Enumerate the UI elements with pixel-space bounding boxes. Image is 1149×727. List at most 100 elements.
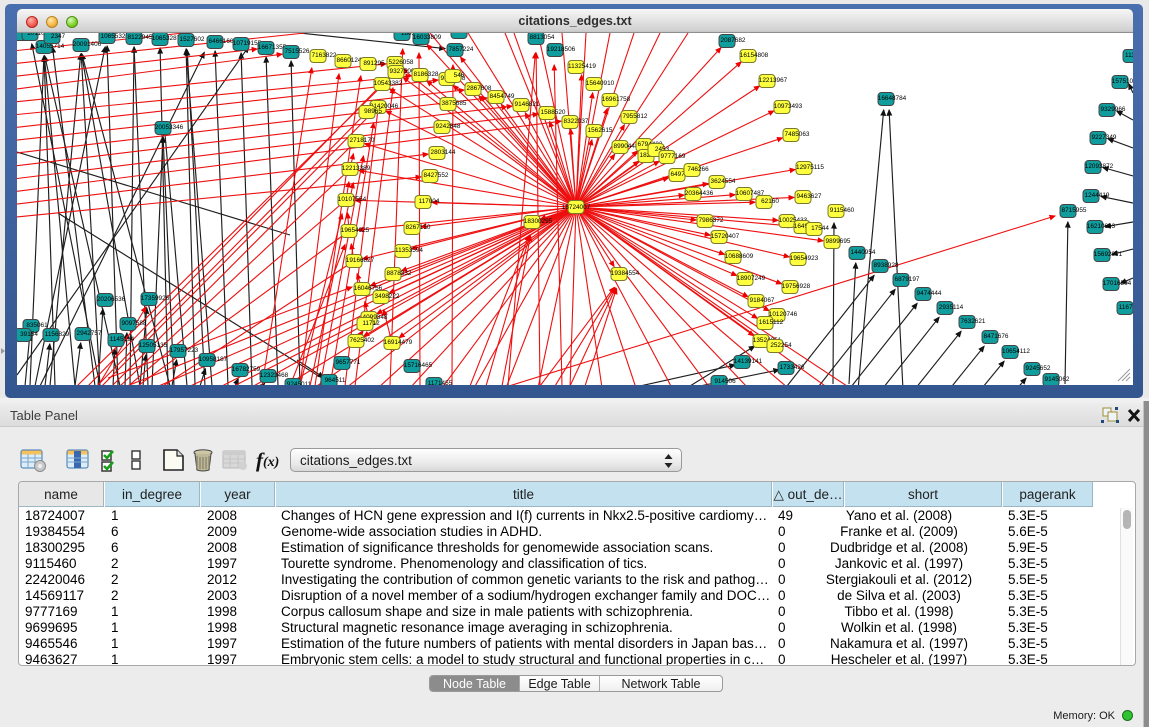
svg-text:9327500: 9327500 — [390, 68, 415, 75]
svg-text:9463627: 9463627 — [797, 193, 822, 200]
svg-text:3624554: 3624554 — [711, 178, 736, 185]
svg-text:16033809: 16033809 — [413, 34, 442, 41]
svg-text:16648784: 16648784 — [878, 95, 907, 102]
svg-text:7515526: 7515526 — [285, 48, 310, 55]
svg-text:17016504: 17016504 — [1103, 280, 1132, 287]
svg-text:2087682: 2087682 — [721, 37, 746, 44]
svg-text:9146821: 9146821 — [515, 101, 540, 108]
svg-text:1171455: 1171455 — [428, 380, 453, 385]
svg-text:15640910: 15640910 — [586, 80, 615, 87]
svg-text:10120746: 10120746 — [769, 311, 798, 318]
svg-text:746266: 746266 — [687, 166, 709, 173]
svg-text:17359926: 17359926 — [141, 295, 170, 302]
svg-text:1562615: 1562615 — [588, 127, 613, 134]
svg-text:9184067: 9184067 — [750, 297, 775, 304]
svg-text:16914479: 16914479 — [384, 339, 413, 346]
svg-text:9777169: 9777169 — [661, 153, 686, 160]
svg-text:12213967: 12213967 — [759, 77, 788, 84]
svg-text:117004: 117004 — [419, 198, 440, 205]
svg-text:9097588: 9097588 — [122, 320, 147, 327]
svg-text:2718170: 2718170 — [350, 137, 375, 144]
svg-text:5226058: 5226058 — [389, 59, 414, 66]
svg-text:17957223: 17957223 — [170, 347, 199, 354]
svg-text:20053346: 20053346 — [155, 124, 184, 131]
svg-text:19218506: 19218506 — [547, 46, 576, 53]
svg-text:10107554: 10107554 — [338, 196, 367, 203]
svg-text:914506: 914506 — [714, 378, 736, 385]
svg-text:20091406: 20091406 — [73, 41, 102, 48]
svg-text:20110: 20110 — [27, 33, 45, 37]
svg-text:1527602: 1527602 — [180, 36, 205, 43]
svg-text:891295: 891295 — [363, 60, 385, 67]
svg-text:15692971: 15692971 — [1094, 251, 1123, 258]
svg-text:10973493: 10973493 — [774, 103, 803, 110]
svg-text:7955812: 7955812 — [623, 113, 648, 120]
svg-text:9899695: 9899695 — [826, 238, 851, 245]
svg-text:8322037: 8322037 — [564, 118, 589, 125]
svg-text:16210643: 16210643 — [1087, 223, 1116, 230]
svg-text:1156829: 1156829 — [45, 331, 70, 338]
svg-text:1145194: 1145194 — [110, 336, 135, 343]
svg-text:9245652: 9245652 — [1026, 365, 1051, 372]
svg-text:252254: 252254 — [770, 342, 792, 349]
svg-text:9657771: 9657771 — [336, 359, 361, 366]
svg-text:546: 546 — [454, 72, 465, 79]
svg-text:39154: 39154 — [20, 331, 38, 338]
svg-text:8471676: 8471676 — [984, 333, 1009, 340]
svg-text:2867608: 2867608 — [467, 85, 492, 92]
svg-text:18724007: 18724007 — [562, 204, 591, 211]
svg-text:20206536: 20206536 — [97, 296, 126, 303]
svg-text:(x): (x) — [263, 455, 279, 470]
svg-text:3875685: 3875685 — [442, 100, 467, 107]
svg-text:8454749: 8454749 — [490, 93, 515, 100]
svg-text:8990448: 8990448 — [614, 143, 639, 150]
svg-text:8660124: 8660124 — [337, 57, 362, 64]
svg-text:1588520: 1588520 — [541, 109, 566, 116]
svg-text:964511: 964511 — [325, 377, 346, 384]
svg-text:10958187: 10958187 — [199, 356, 228, 363]
svg-text:9115460: 9115460 — [830, 207, 855, 214]
svg-text:18300295: 18300295 — [524, 218, 553, 225]
svg-text:11712: 11712 — [362, 320, 380, 327]
svg-text:18907249: 18907249 — [737, 275, 766, 282]
svg-text:12505135: 12505135 — [139, 342, 168, 349]
svg-text:9245011: 9245011 — [287, 381, 312, 385]
svg-text:7857224: 7857224 — [449, 46, 474, 53]
svg-text:7625402: 7625402 — [350, 337, 375, 344]
svg-text:20364436: 20364436 — [685, 190, 714, 197]
svg-text:98965: 98965 — [364, 108, 382, 115]
svg-text:9474444: 9474444 — [917, 290, 942, 297]
svg-text:7986372: 7986372 — [699, 217, 724, 224]
svg-text:8427552: 8427552 — [424, 172, 449, 179]
svg-text:6466160: 6466160 — [209, 38, 234, 45]
svg-text:12975115: 12975115 — [796, 164, 824, 171]
svg-text:8813054: 8813054 — [530, 34, 555, 41]
svg-text:17544: 17544 — [811, 225, 829, 232]
svg-text:9145062: 9145062 — [1045, 376, 1070, 383]
svg-text:10543382: 10543382 — [374, 80, 403, 87]
svg-text:19654925: 19654925 — [341, 227, 370, 234]
svg-text:12213389: 12213389 — [342, 165, 371, 172]
svg-text:19166827: 19166827 — [346, 257, 375, 264]
svg-text:2942757: 2942757 — [77, 330, 102, 337]
svg-text:1733426: 1733426 — [780, 364, 805, 371]
svg-text:88130: 88130 — [456, 33, 474, 35]
svg-text:1615112: 1615112 — [759, 319, 784, 326]
svg-text:10688609: 10688609 — [725, 253, 754, 260]
svg-text:12093872: 12093872 — [1085, 163, 1114, 170]
svg-text:8122945: 8122945 — [128, 34, 153, 41]
svg-text:9242848: 9242848 — [436, 123, 461, 130]
svg-text:2803144: 2803144 — [431, 149, 456, 156]
svg-text:2935114: 2935114 — [939, 304, 964, 311]
svg-text:15751074: 15751074 — [1112, 78, 1133, 85]
svg-text:16671355: 16671355 — [258, 44, 287, 51]
svg-text:8878332: 8878332 — [387, 270, 412, 277]
svg-text:12323468: 12323468 — [260, 372, 289, 379]
svg-text:10653287: 10653287 — [152, 35, 181, 42]
svg-text:16782759: 16782759 — [232, 366, 261, 373]
svg-text:7163822: 7163822 — [312, 52, 337, 59]
svg-text:8938928: 8938928 — [874, 262, 899, 269]
svg-text:19654923: 19654923 — [790, 255, 819, 262]
svg-text:8715955: 8715955 — [1062, 207, 1087, 214]
svg-text:19756928: 19756928 — [782, 283, 811, 290]
